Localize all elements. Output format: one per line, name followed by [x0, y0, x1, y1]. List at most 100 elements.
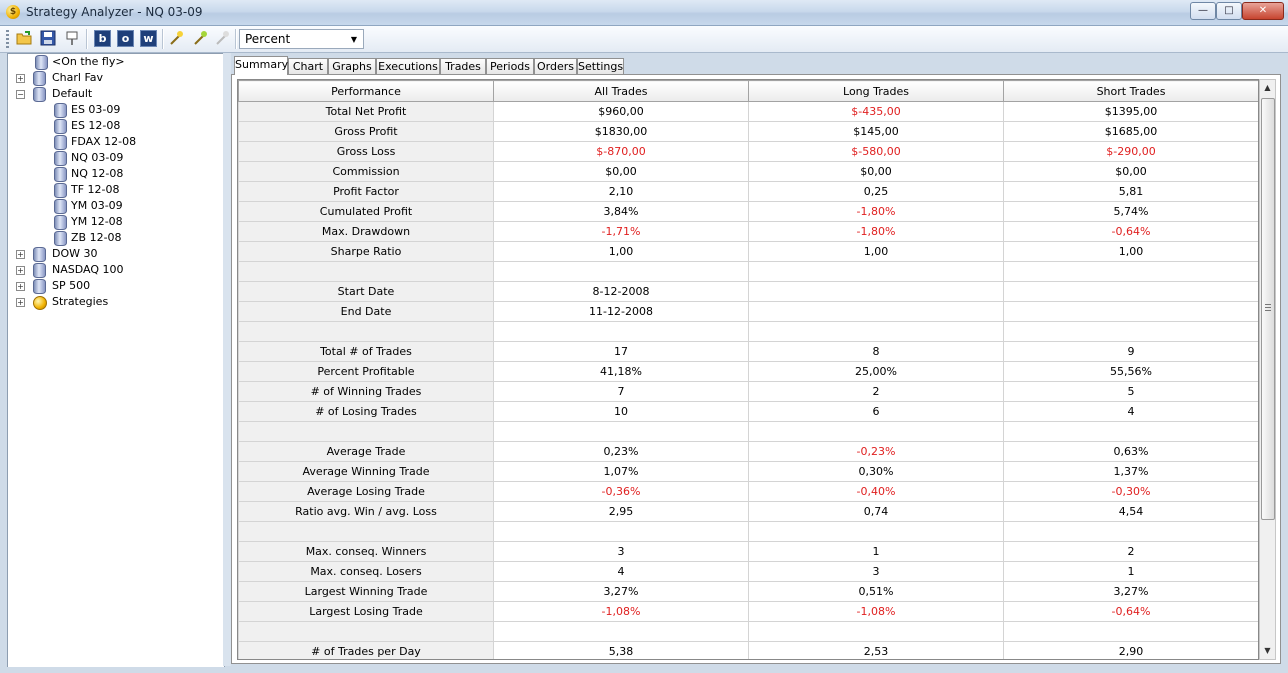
table-row[interactable]: # of Winning Trades 7 2 5: [238, 381, 1258, 402]
tree-item-on-the-fly[interactable]: <On the fly>: [8, 54, 222, 70]
tree-item-nasdaq-100[interactable]: + NASDAQ 100: [8, 262, 222, 278]
scroll-thumb[interactable]: [1261, 98, 1275, 520]
tree-item-instrument[interactable]: ZB 12-08: [8, 230, 222, 246]
toolbar-grip[interactable]: [6, 30, 9, 48]
table-row[interactable]: Percent Profitable 41,18% 25,00% 55,56%: [238, 361, 1258, 382]
table-row[interactable]: # of Trades per Day 5,38 2,53 2,90: [238, 641, 1258, 659]
table-row[interactable]: Cumulated Profit 3,84% -1,80% 5,74%: [238, 201, 1258, 222]
table-row[interactable]: Gross Loss $-870,00 $-580,00 $-290,00: [238, 141, 1258, 162]
minimize-button[interactable]: —: [1190, 2, 1216, 20]
save-icon[interactable]: [40, 30, 56, 46]
display-mode-select[interactable]: Percent ▼: [239, 29, 364, 49]
metric-value-cell: [748, 621, 1004, 642]
expand-icon[interactable]: +: [16, 250, 25, 259]
metric-value-cell: $1830,00: [493, 121, 749, 142]
expand-icon[interactable]: +: [16, 74, 25, 83]
table-row[interactable]: Largest Losing Trade -1,08% -1,08% -0,64%: [238, 601, 1258, 622]
tree-item-instrument[interactable]: ES 12-08: [8, 118, 222, 134]
open-folder-icon[interactable]: [16, 30, 32, 46]
table-row[interactable]: Start Date 8-12-2008: [238, 281, 1258, 302]
tree-item-instrument[interactable]: FDAX 12-08: [8, 134, 222, 150]
tree-item-label: FDAX 12-08: [71, 135, 137, 148]
column-header-all-trades[interactable]: All Trades: [493, 80, 749, 102]
metric-label-cell: # of Losing Trades: [238, 401, 494, 422]
tree-item-instrument[interactable]: YM 12-08: [8, 214, 222, 230]
metric-value-cell: 0,25: [748, 181, 1004, 202]
tree-item-sp-500[interactable]: + SP 500: [8, 278, 222, 294]
column-header-long-trades[interactable]: Long Trades: [748, 80, 1004, 102]
pin-icon[interactable]: [64, 30, 80, 46]
panel-splitter[interactable]: [223, 53, 231, 666]
wand-disabled-icon[interactable]: [214, 30, 230, 46]
instrument-tree[interactable]: <On the fly> + Charl Fav − Default ES 03…: [7, 53, 225, 668]
vertical-scrollbar[interactable]: ▲ ▼: [1259, 79, 1276, 660]
tree-item-instrument[interactable]: YM 03-09: [8, 198, 222, 214]
table-row[interactable]: Largest Winning Trade 3,27% 0,51% 3,27%: [238, 581, 1258, 602]
performance-grid[interactable]: Performance All Trades Long Trades Short…: [237, 79, 1259, 660]
table-row[interactable]: Sharpe Ratio 1,00 1,00 1,00: [238, 241, 1258, 262]
table-row[interactable]: Gross Profit $1830,00 $145,00 $1685,00: [238, 121, 1258, 142]
tab-trades[interactable]: Trades: [440, 58, 486, 74]
collapse-icon[interactable]: −: [16, 90, 25, 99]
tree-item-instrument[interactable]: NQ 03-09: [8, 150, 222, 166]
metric-value-cell: 1: [1003, 561, 1258, 582]
scroll-down-icon[interactable]: ▼: [1260, 643, 1275, 659]
tab-periods[interactable]: Periods: [486, 58, 534, 74]
table-row[interactable]: # of Losing Trades 10 6 4: [238, 401, 1258, 422]
scroll-up-icon[interactable]: ▲: [1260, 80, 1275, 96]
o-button[interactable]: o: [117, 30, 134, 47]
table-row[interactable]: [238, 521, 1258, 542]
window-bottom-edge: [0, 667, 1288, 673]
table-row[interactable]: End Date 11-12-2008: [238, 301, 1258, 322]
tab-graphs[interactable]: Graphs: [328, 58, 376, 74]
database-icon: [54, 135, 67, 150]
table-row[interactable]: Total # of Trades 17 8 9: [238, 341, 1258, 362]
table-row[interactable]: Average Trade 0,23% -0,23% 0,63%: [238, 441, 1258, 462]
metric-value-cell: [748, 321, 1004, 342]
metric-label-cell: Total Net Profit: [238, 101, 494, 122]
expand-icon[interactable]: +: [16, 282, 25, 291]
expand-icon[interactable]: +: [16, 266, 25, 275]
toolbar-separator: [162, 29, 164, 49]
metric-value-cell: 8-12-2008: [493, 281, 749, 302]
tree-item-instrument[interactable]: NQ 12-08: [8, 166, 222, 182]
tab-settings[interactable]: Settings: [577, 58, 624, 74]
close-button[interactable]: ✕: [1242, 2, 1284, 20]
tab-orders[interactable]: Orders: [534, 58, 577, 74]
tab-chart[interactable]: Chart: [288, 58, 328, 74]
b-button[interactable]: b: [94, 30, 111, 47]
tree-item-default[interactable]: − Default: [8, 86, 222, 102]
table-row[interactable]: Profit Factor 2,10 0,25 5,81: [238, 181, 1258, 202]
table-row[interactable]: Average Winning Trade 1,07% 0,30% 1,37%: [238, 461, 1258, 482]
database-icon: [54, 231, 67, 246]
table-row[interactable]: Max. Drawdown -1,71% -1,80% -0,64%: [238, 221, 1258, 242]
metric-label-cell: Commission: [238, 161, 494, 182]
tab-summary[interactable]: Summary: [234, 56, 288, 75]
database-icon: [33, 71, 46, 86]
table-row[interactable]: Average Losing Trade -0,36% -0,40% -0,30%: [238, 481, 1258, 502]
tree-item-strategies[interactable]: + Strategies: [8, 294, 222, 310]
table-row[interactable]: Total Net Profit $960,00 $-435,00 $1395,00: [238, 101, 1258, 122]
expand-icon[interactable]: +: [16, 298, 25, 307]
tree-item-instrument[interactable]: TF 12-08: [8, 182, 222, 198]
maximize-button[interactable]: □: [1216, 2, 1242, 20]
metric-label-cell: Percent Profitable: [238, 361, 494, 382]
tree-item-dow-30[interactable]: + DOW 30: [8, 246, 222, 262]
tree-item-instrument[interactable]: ES 03-09: [8, 102, 222, 118]
table-row[interactable]: [238, 321, 1258, 342]
tree-item-charl-fav[interactable]: + Charl Fav: [8, 70, 222, 86]
column-header-performance[interactable]: Performance: [238, 80, 494, 102]
table-row[interactable]: Commission $0,00 $0,00 $0,00: [238, 161, 1258, 182]
table-row[interactable]: [238, 261, 1258, 282]
w-button[interactable]: w: [140, 30, 157, 47]
database-icon: [33, 263, 46, 278]
wand-add-icon[interactable]: [192, 30, 208, 46]
table-row[interactable]: Max. conseq. Losers 4 3 1: [238, 561, 1258, 582]
wand-icon[interactable]: [168, 30, 184, 46]
tab-executions[interactable]: Executions: [376, 58, 440, 74]
table-row[interactable]: Max. conseq. Winners 3 1 2: [238, 541, 1258, 562]
table-row[interactable]: [238, 421, 1258, 442]
column-header-short-trades[interactable]: Short Trades: [1003, 80, 1258, 102]
table-row[interactable]: [238, 621, 1258, 642]
table-row[interactable]: Ratio avg. Win / avg. Loss 2,95 0,74 4,54: [238, 501, 1258, 522]
